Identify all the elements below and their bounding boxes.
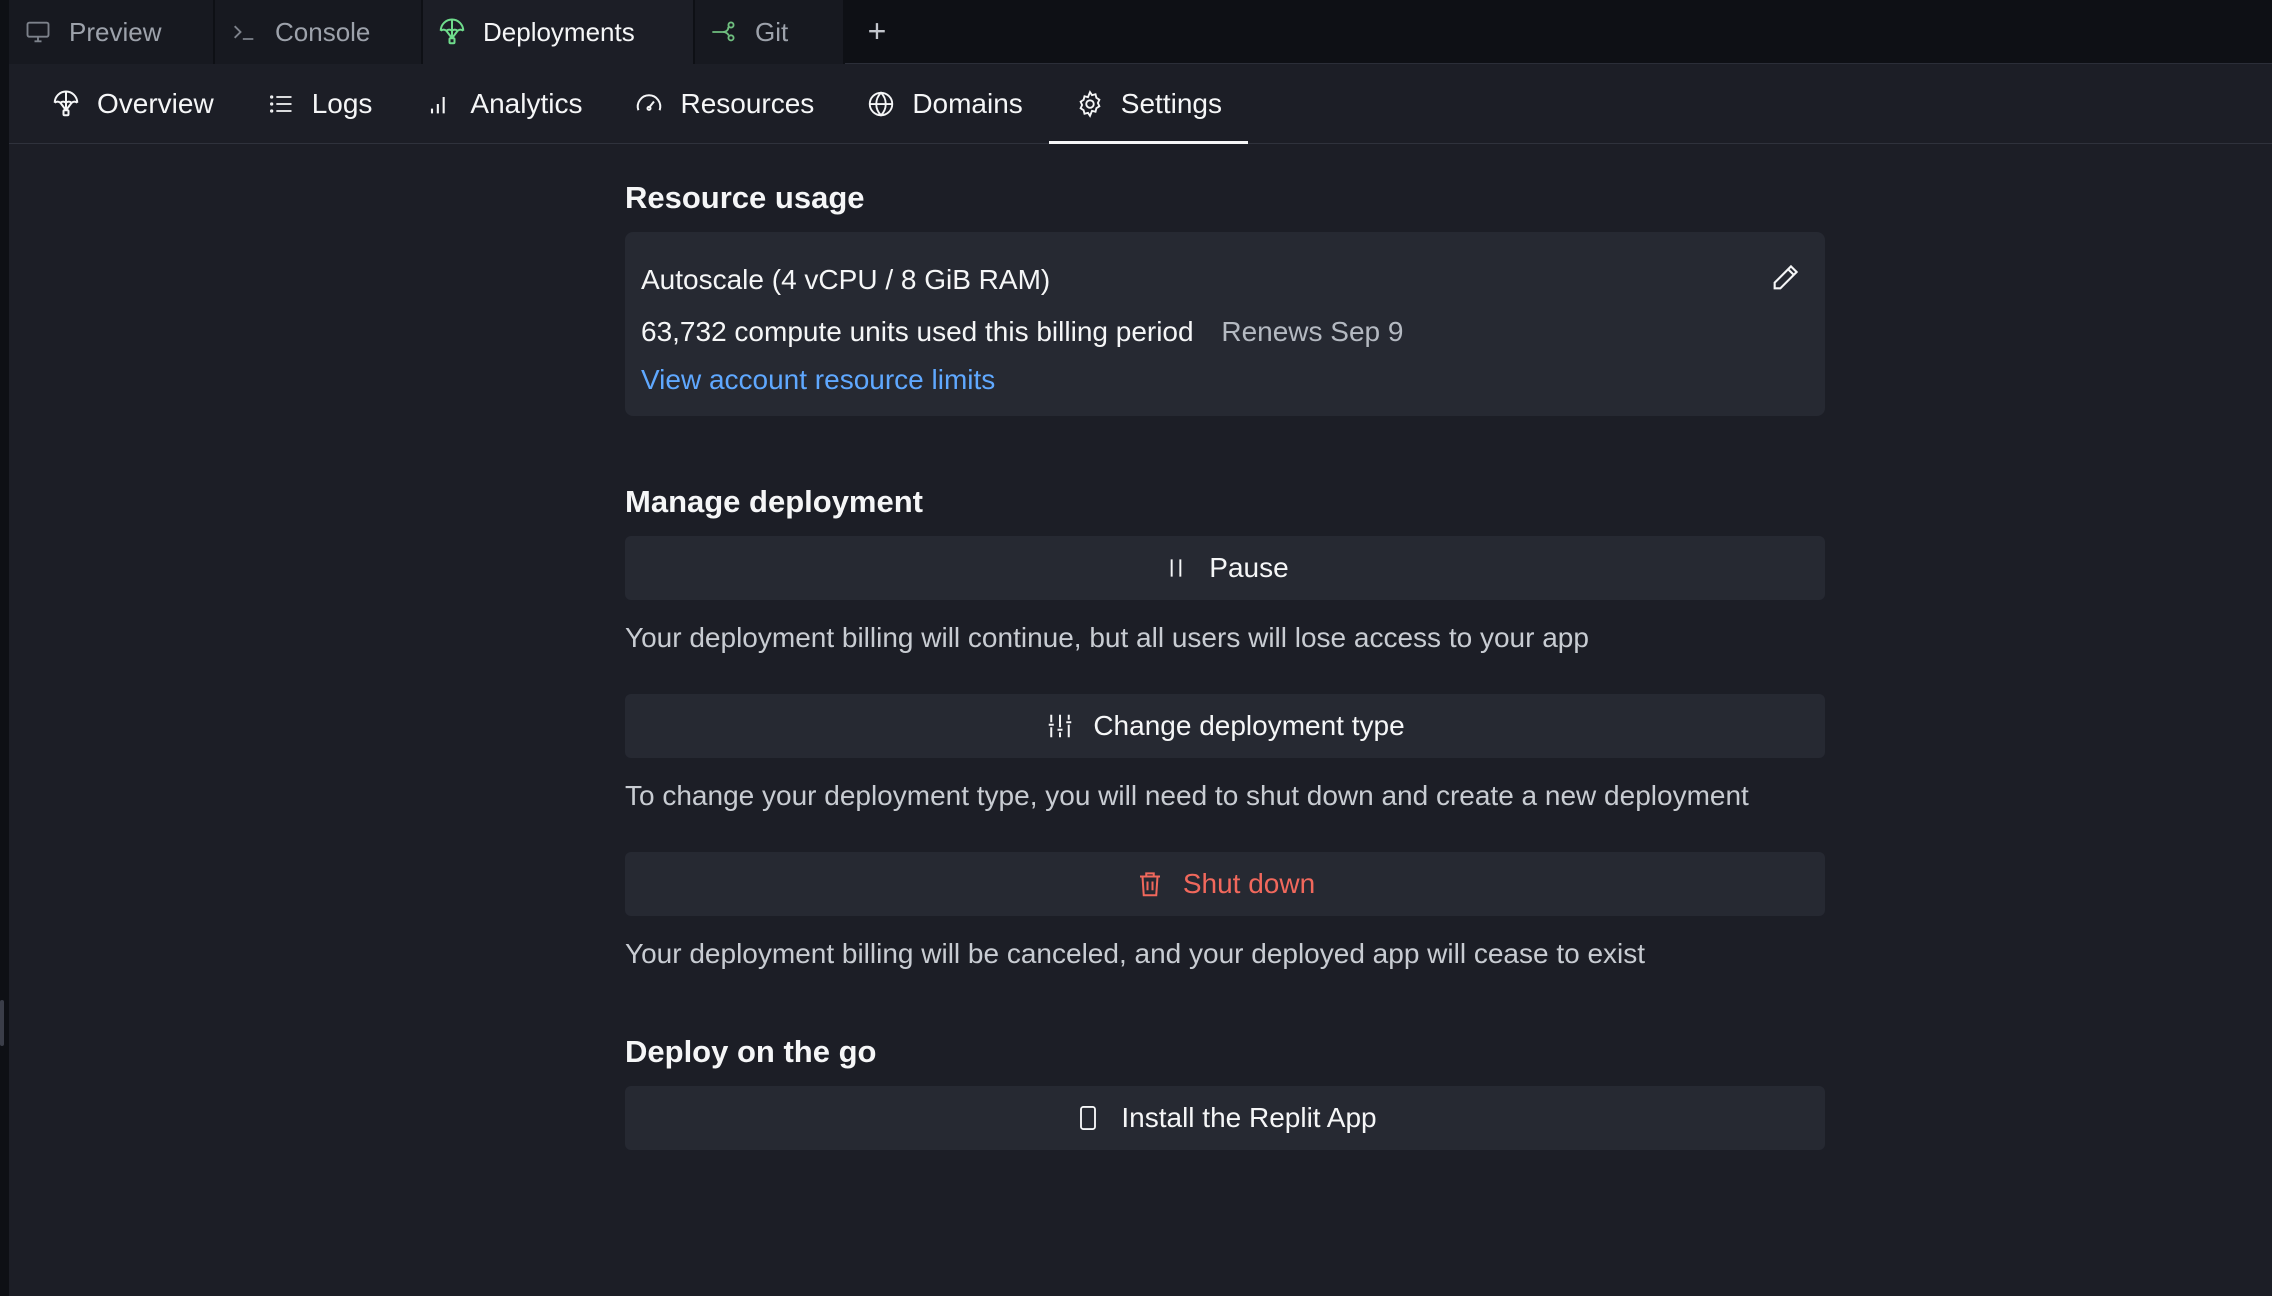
pause-icon: [1161, 553, 1191, 583]
list-icon: [266, 89, 296, 119]
change-deployment-label: Change deployment type: [1093, 710, 1405, 741]
monitor-icon: [23, 17, 53, 47]
compute-usage: 63,732 compute units used this billing p…: [641, 316, 1194, 347]
view-resource-limits-link[interactable]: View account resource limits: [641, 364, 1809, 396]
app-window: Preview Console Deployments Git + Overvi…: [0, 0, 2272, 1296]
tab-label: Preview: [69, 16, 162, 47]
nav-label: Overview: [97, 87, 214, 119]
deploy-on-the-go-title: Deploy on the go: [625, 1034, 877, 1069]
usage-row: 63,732 compute units used this billing p…: [641, 316, 1809, 348]
bar-chart-icon: [424, 89, 454, 119]
nav-label: Domains: [912, 87, 1023, 119]
nav-label: Analytics: [470, 87, 583, 119]
pane-tab-bar: Preview Console Deployments Git +: [9, 0, 2272, 64]
add-tab-button[interactable]: +: [845, 0, 909, 63]
nav-overview[interactable]: Overview: [51, 64, 240, 143]
deployment-nav: Overview Logs Analytics Resources Domain…: [9, 64, 2272, 144]
manage-deployment-title: Manage deployment: [625, 484, 923, 519]
nav-domains[interactable]: Domains: [840, 64, 1048, 143]
tab-deployments[interactable]: Deployments: [423, 0, 695, 64]
tab-preview[interactable]: Preview: [9, 0, 215, 64]
left-panel-edge: [0, 0, 9, 1296]
shut-down-label: Shut down: [1182, 868, 1316, 899]
nav-label: Logs: [311, 87, 373, 119]
resource-usage-title: Resource usage: [625, 180, 865, 215]
nav-label: Resources: [680, 87, 815, 119]
renewal-date: Renews Sep 9: [1221, 316, 1404, 347]
smartphone-icon: [1073, 1103, 1103, 1133]
gauge-icon: [634, 89, 664, 119]
resource-usage-card: Autoscale (4 vCPU / 8 GiB RAM) 63,732 co…: [625, 232, 1825, 416]
sliders-icon: [1045, 711, 1075, 741]
tab-label: Console: [275, 16, 371, 47]
tab-label: Deployments: [483, 16, 635, 47]
shut-down-description: Your deployment billing will be canceled…: [625, 938, 1646, 969]
change-deployment-type-button[interactable]: Change deployment type: [625, 694, 1825, 758]
shut-down-button[interactable]: Shut down: [625, 852, 1825, 916]
pencil-icon: [1769, 264, 1803, 298]
tab-git[interactable]: Git: [695, 0, 845, 64]
change-deployment-description: To change your deployment type, you will…: [625, 780, 1749, 811]
install-replit-app-button[interactable]: Install the Replit App: [625, 1086, 1825, 1150]
deployments-icon: [437, 17, 467, 47]
nav-resources[interactable]: Resources: [608, 64, 840, 143]
terminal-icon: [229, 17, 259, 47]
nav-logs[interactable]: Logs: [240, 64, 399, 143]
settings-content: Resource usage Autoscale (4 vCPU / 8 GiB…: [625, 144, 1825, 1150]
gear-icon: [1075, 89, 1105, 119]
edit-plan-button[interactable]: [1769, 260, 1803, 294]
deployments-icon: [51, 89, 81, 119]
plan-name: Autoscale (4 vCPU / 8 GiB RAM): [641, 264, 1051, 295]
panel-resize-handle[interactable]: [0, 1000, 4, 1046]
nav-analytics[interactable]: Analytics: [398, 64, 608, 143]
install-app-label: Install the Replit App: [1121, 1102, 1377, 1133]
nav-label: Settings: [1120, 87, 1222, 119]
nav-settings[interactable]: Settings: [1048, 64, 1249, 144]
pause-label: Pause: [1209, 552, 1289, 583]
tab-label: Git: [755, 16, 789, 47]
git-branch-icon: [709, 17, 739, 47]
tab-console[interactable]: Console: [215, 0, 423, 64]
trash-icon: [1135, 869, 1165, 899]
plus-icon: +: [867, 13, 887, 49]
pause-button[interactable]: Pause: [625, 536, 1825, 600]
pause-description: Your deployment billing will continue, b…: [625, 622, 1589, 653]
globe-icon: [866, 89, 896, 119]
